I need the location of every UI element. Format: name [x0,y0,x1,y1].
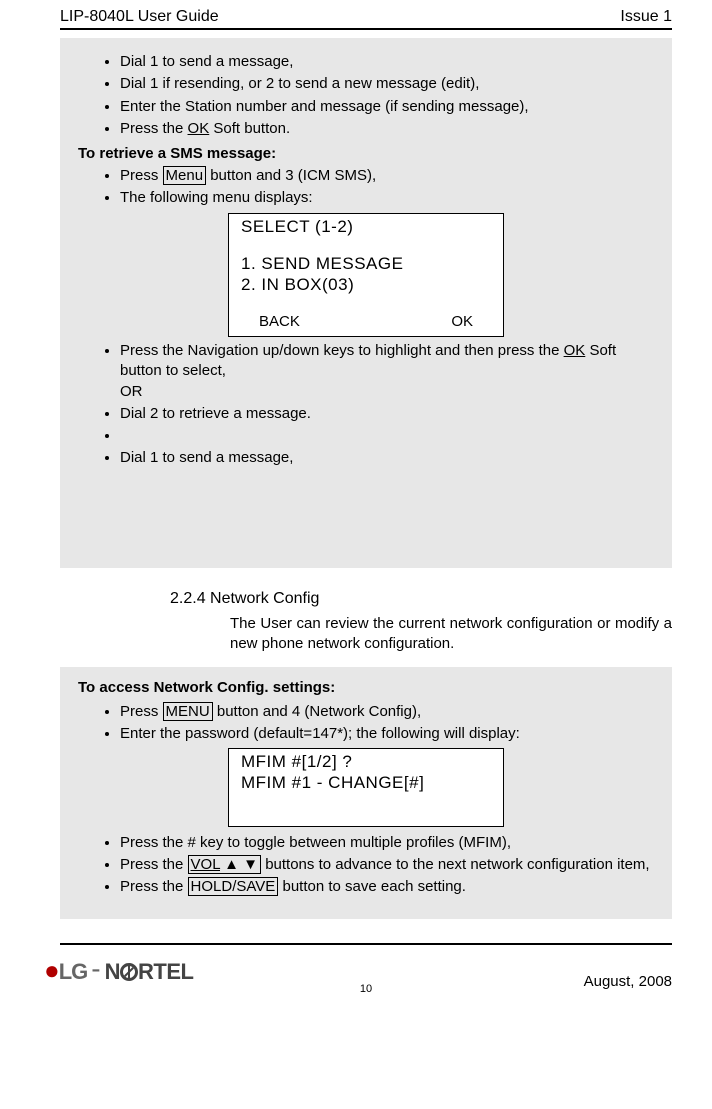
section-body: The User can review the current network … [230,614,672,655]
lcd-line: 2. IN BOX(03) [241,274,491,295]
lcd-line: 1. SEND MESSAGE [241,253,491,274]
bullet-list: Press Menu button and 3 (ICM SMS), The f… [78,166,654,209]
text: buttons to advance to the next network c… [261,856,650,873]
nortel-n: N [105,959,120,984]
list-item: Enter the password (default=147*); the f… [120,724,654,744]
text: button to save each setting. [278,878,466,895]
lcd-line: MFIM #1 - CHANGE[#] [241,772,491,793]
lcd-spacer [241,295,491,309]
footer-date: August, 2008 [584,973,672,990]
nortel-globe-icon [120,963,138,981]
nortel-rtel: RTEL [138,959,193,984]
list-item: Press the VOL ▲ ▼ buttons to advance to … [120,855,654,875]
section-heading: 2.2.4 Network Config [170,590,672,608]
text: Press [120,703,163,720]
instruction-box-network: To access Network Config. settings: Pres… [60,667,672,920]
lcd-screen: SELECT (1-2) 1. SEND MESSAGE 2. IN BOX(0… [228,213,504,338]
vol-buttons-label: VOL ▲ ▼ [188,855,262,874]
list-item: Press the OK Soft button. [120,119,654,139]
footer-rule [60,943,672,945]
page-header: LIP-8040L User Guide Issue 1 [60,0,672,30]
subheading-network-config: To access Network Config. settings: [78,679,654,696]
softkey-back: BACK [259,313,300,332]
text: Press the [120,856,188,873]
page-footer: ●LG - NRTEL 10 August, 2008 [60,943,672,1013]
instruction-box-sms: Dial 1 to send a message, Dial 1 if rese… [60,38,672,568]
list-item: Enter the Station number and message (if… [120,97,654,117]
text: Press the [120,120,188,137]
lg-logo-icon: ●LG [44,959,87,985]
or-text: OR [120,383,143,400]
lg-text: LG [59,959,88,984]
list-item: Dial 1 to send a message, [120,52,654,72]
list-item: Dial 1 if resending, or 2 to send a new … [120,74,654,94]
bullet-list: Press the Navigation up/down keys to hig… [78,341,654,469]
page-number: 10 [360,983,372,995]
lcd-line: SELECT (1-2) [241,216,491,237]
lg-nortel-logo: ●LG - NRTEL [44,959,193,985]
text: Soft button. [209,120,290,137]
hold-save-button-label: HOLD/SAVE [188,877,279,896]
menu-button-label: MENU [163,702,213,721]
lcd-spacer [241,794,491,822]
list-item: Press the # key to toggle between multip… [120,833,654,853]
text: Press the [120,878,188,895]
list-item: Press MENU button and 4 (Network Config)… [120,702,654,722]
text: Press the Navigation up/down keys to hig… [120,342,564,359]
list-item: Dial 2 to retrieve a message. [120,404,654,424]
lcd-spacer [241,237,491,253]
list-item: Dial 1 to send a message, [120,448,654,468]
list-item [120,426,654,446]
list-item: Press the Navigation up/down keys to hig… [120,341,654,402]
lcd-screen: MFIM #[1/2] ? MFIM #1 - CHANGE[#] [228,748,504,827]
menu-button-label: Menu [163,166,207,185]
text: button and 3 (ICM SMS), [206,167,376,184]
subheading-retrieve-sms: To retrieve a SMS message: [78,145,654,162]
list-item: Press Menu button and 3 (ICM SMS), [120,166,654,186]
bullet-list: Press the # key to toggle between multip… [78,833,654,898]
softkey-ok: OK [451,313,473,332]
lcd-softkeys: BACK OK [241,309,491,332]
list-item: Press the HOLD/SAVE button to save each … [120,877,654,897]
cutoff-text: Dial 1 if resending, or 2 to send a new … [120,473,654,474]
text: Press [120,167,163,184]
ok-softbutton-label: OK [188,120,210,137]
text: button and 4 (Network Config), [213,703,421,720]
issue-label: Issue 1 [620,8,672,26]
lcd-line: MFIM #[1/2] ? [241,751,491,772]
ok-softbutton-label: OK [564,342,586,359]
nortel-logo-icon: N RTEL [105,959,194,985]
bullet-list: Dial 1 to send a message, Dial 1 if rese… [78,52,654,139]
doc-title: LIP-8040L User Guide [60,8,219,26]
bullet-list: Press MENU button and 4 (Network Config)… [78,702,654,745]
list-item: The following menu displays: [120,188,654,208]
